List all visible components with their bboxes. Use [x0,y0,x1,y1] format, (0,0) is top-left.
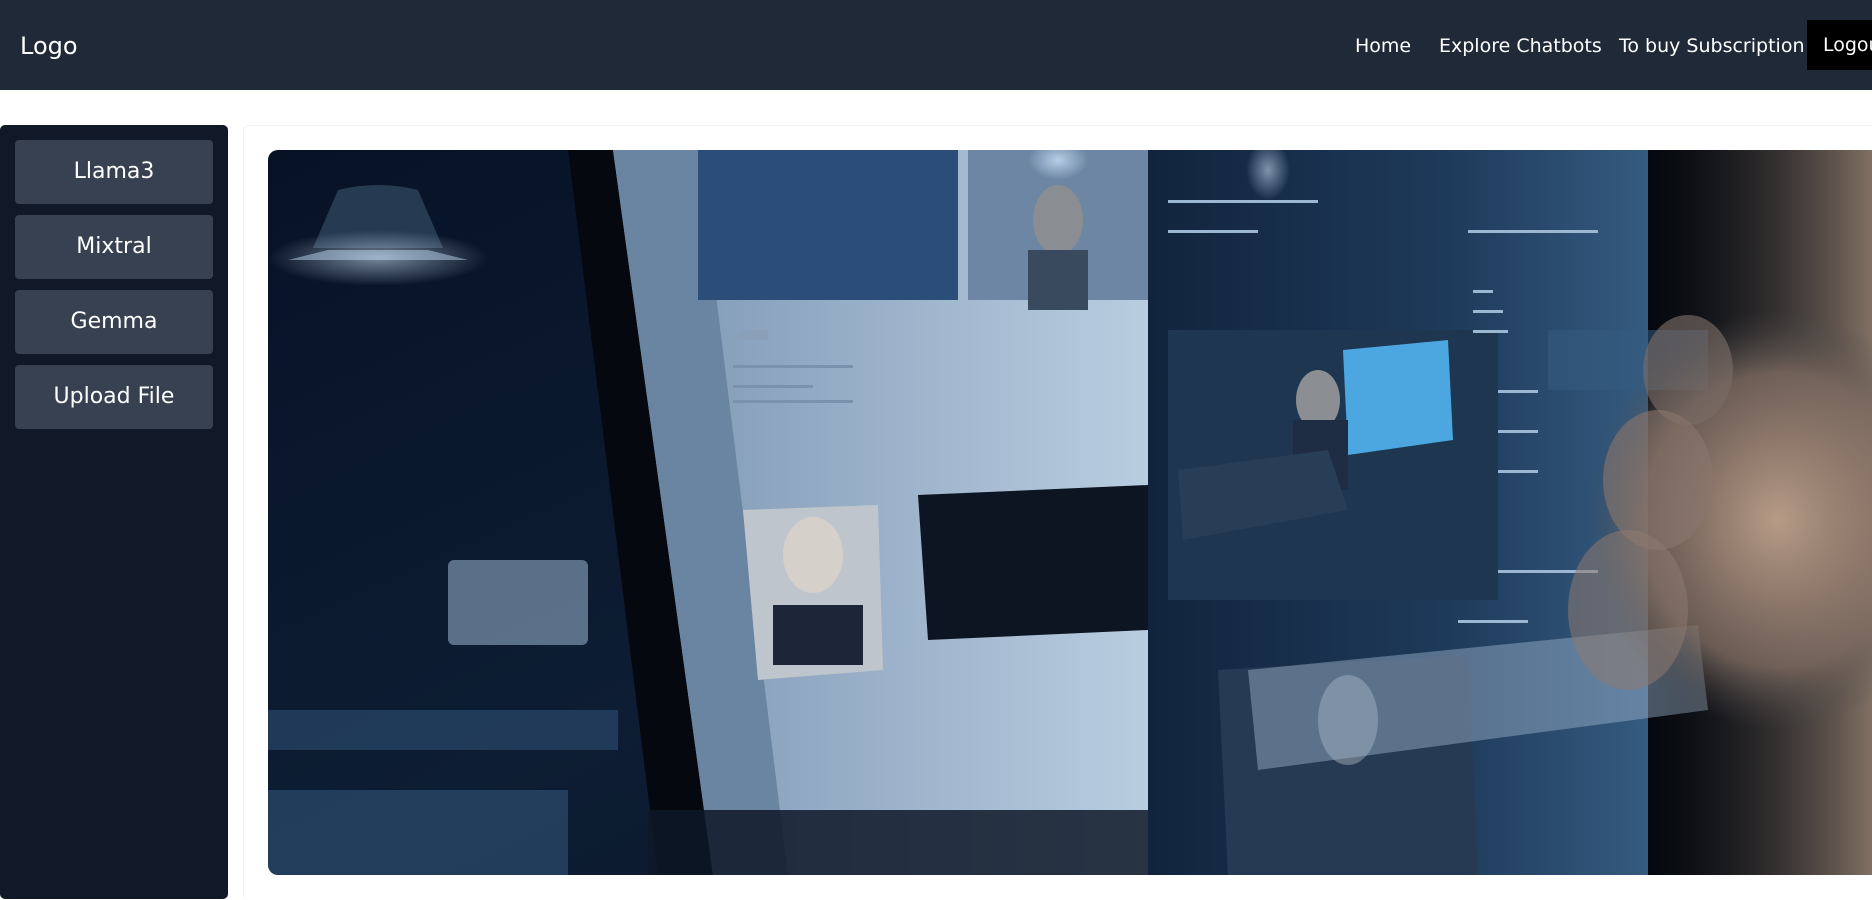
sidebar-item-gemma[interactable]: Gemma [15,290,213,354]
sidebar-item-mixtral[interactable]: Mixtral [15,215,213,279]
logout-button[interactable]: Logout [1807,20,1872,70]
nav-buy-subscription-link[interactable]: To buy Subscription [1619,0,1804,92]
nav-explore-chatbots-link[interactable]: Explore Chatbots [1439,0,1602,92]
sidebar-item-llama3[interactable]: Llama3 [15,140,213,204]
logo[interactable]: Logo [20,0,78,92]
hero-image [268,150,1872,875]
nav-home-link[interactable]: Home [1355,0,1411,92]
sidebar-item-upload-file[interactable]: Upload File [15,365,213,429]
top-navbar: Logo Home Explore Chatbots To buy Subscr… [0,0,1872,90]
